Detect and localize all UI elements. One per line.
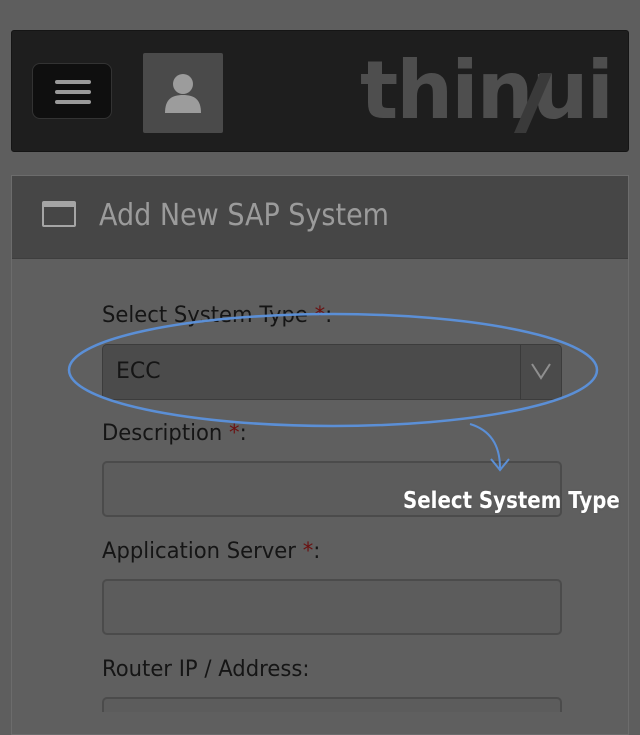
add-system-panel: Add New SAP System [11, 175, 629, 735]
system-type-label: Select System Type *: [102, 301, 332, 331]
router-address-input[interactable] [102, 697, 562, 712]
required-mark: * [229, 421, 240, 446]
system-type-selected-value: ECC [116, 359, 161, 384]
description-label-text: Description [102, 421, 223, 446]
label-colon: : [325, 303, 333, 328]
system-type-select[interactable]: ECC [102, 344, 562, 400]
system-type-dropdown-toggle[interactable] [520, 345, 561, 399]
application-server-input[interactable] [102, 579, 562, 635]
hamburger-menu-icon-line-middle [55, 90, 91, 94]
required-mark: * [314, 303, 326, 328]
required-mark: * [302, 539, 314, 564]
top-navigation-bar: thinui [11, 30, 629, 152]
hamburger-menu-button[interactable] [32, 63, 112, 119]
annotation-callout-text: Select System Type [403, 488, 620, 514]
application-server-label-text: Application Server [102, 539, 296, 564]
user-avatar-button[interactable] [143, 53, 223, 133]
thinui-logo: thinui [360, 44, 614, 137]
panel-header: Add New SAP System [12, 176, 628, 259]
panel-title: Add New SAP System [99, 198, 389, 233]
user-avatar-icon [165, 74, 201, 113]
system-type-label-text: Select System Type [102, 303, 308, 328]
chevron-down-icon [531, 363, 551, 380]
application-server-label: Application Server *: [102, 537, 320, 567]
window-icon [42, 201, 76, 227]
label-colon: : [313, 539, 321, 564]
label-colon: : [239, 421, 247, 446]
router-address-label: Router IP / Address: [102, 657, 310, 682]
logo-slash-mark [514, 73, 552, 133]
hamburger-menu-icon-line-top [55, 80, 91, 84]
hamburger-menu-icon-line-bottom [55, 100, 91, 104]
description-label: Description *: [102, 419, 247, 449]
